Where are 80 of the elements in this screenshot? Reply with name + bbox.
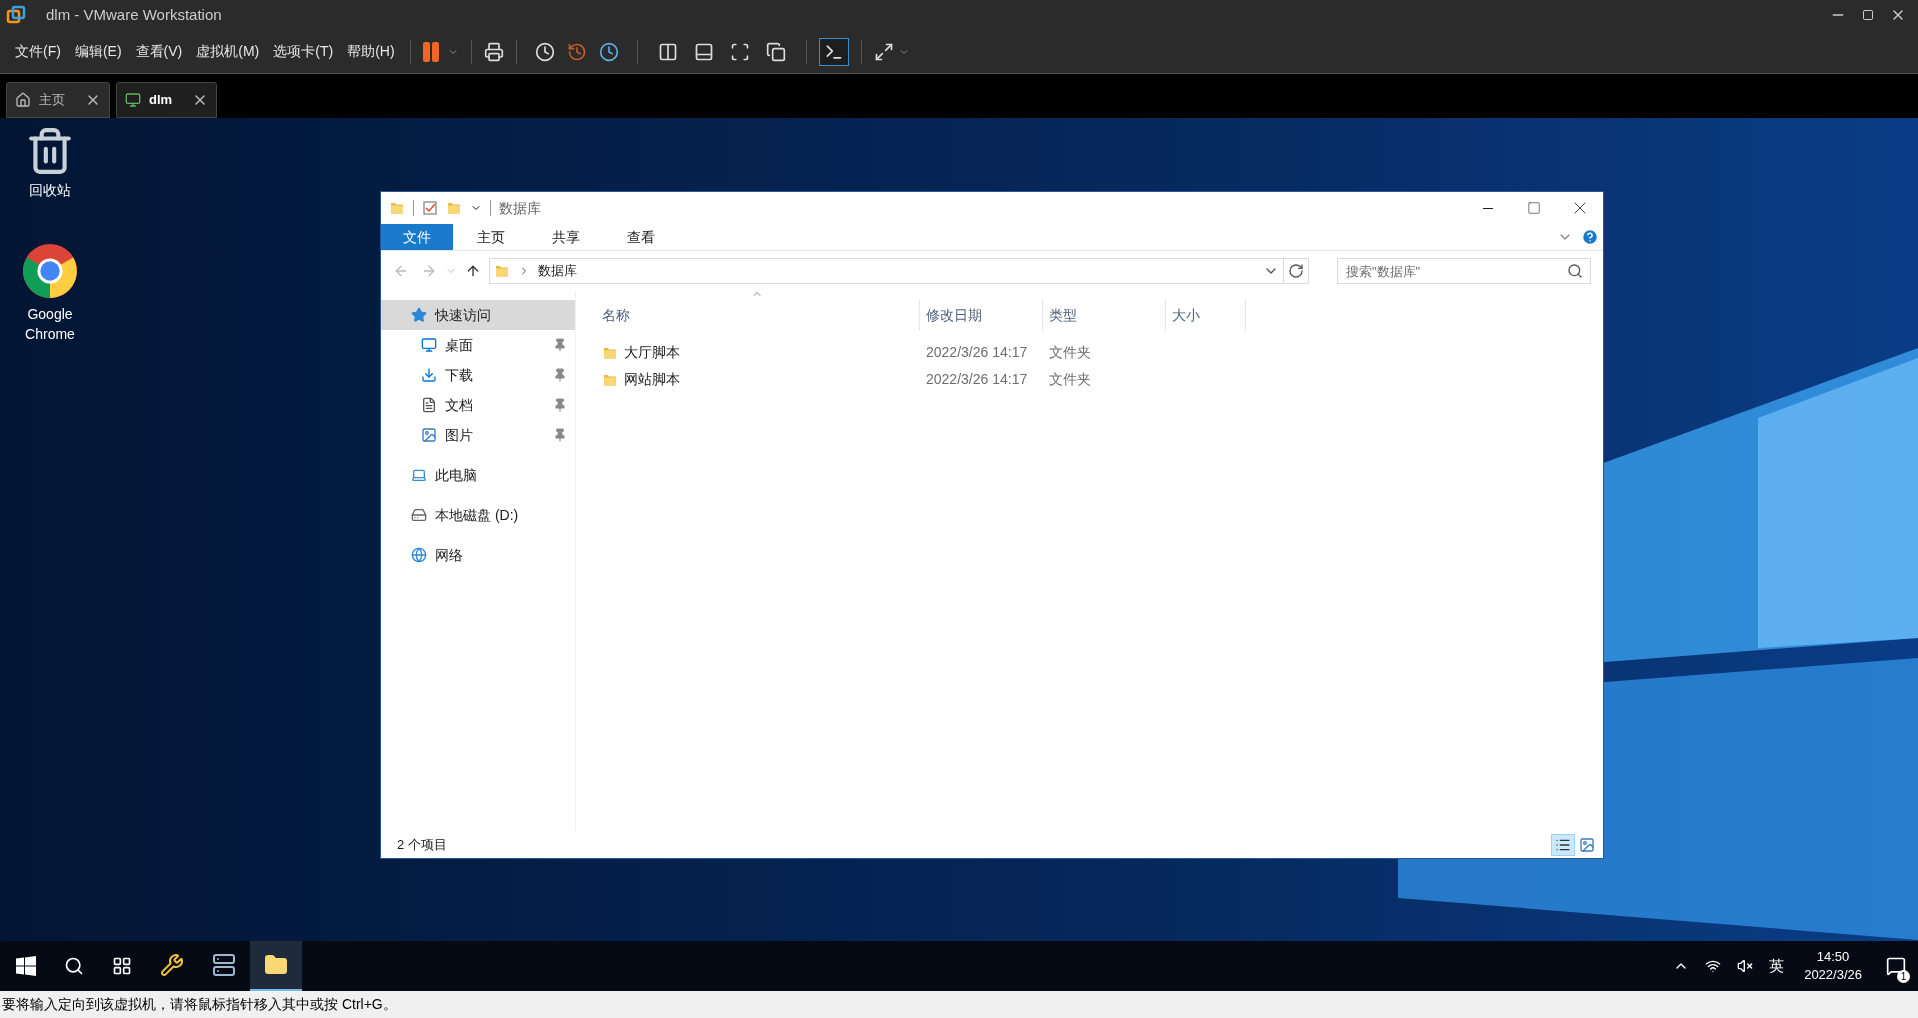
minimize-icon (1483, 207, 1493, 209)
notifications-button[interactable]: 1 (1874, 941, 1918, 991)
nav-item[interactable]: 本地磁盘 (D:) (381, 500, 575, 530)
home-icon (15, 92, 31, 108)
network-icon[interactable] (1705, 958, 1722, 974)
nav-item[interactable]: 网络 (381, 540, 575, 570)
modified-date: 2022/3/26 14:17 (926, 344, 1028, 360)
details-view-button[interactable] (1551, 833, 1575, 856)
nav-item[interactable]: 下载 (381, 360, 575, 390)
search-field[interactable]: 搜索"数据库" (1337, 258, 1591, 284)
app-logo-icon (6, 5, 26, 25)
nav-item[interactable]: 桌面 (381, 330, 575, 360)
ribbon-tab[interactable]: 共享 (528, 224, 603, 250)
download-icon (421, 367, 437, 383)
clock[interactable]: 14:50 2022/3/26 (1804, 948, 1862, 984)
computer-icon (411, 467, 427, 483)
window-title: 数据库 (499, 198, 541, 218)
ribbon-tab[interactable]: 主页 (453, 224, 528, 250)
menu-item[interactable]: 帮助(H) (340, 41, 402, 62)
vm-tab[interactable]: dlm (116, 82, 218, 118)
document-icon (421, 397, 437, 413)
modified-date: 2022/3/26 14:17 (926, 371, 1028, 387)
maximize-icon[interactable] (1862, 9, 1874, 21)
task-view-icon[interactable] (112, 956, 132, 976)
stretch-icon[interactable] (873, 41, 894, 62)
menu-item[interactable]: 文件(F) (8, 41, 68, 62)
notification-count: 1 (1897, 970, 1910, 983)
folder-icon (494, 263, 510, 279)
server-icon (212, 953, 236, 977)
start-icon[interactable] (16, 956, 36, 976)
full-screen-icon[interactable] (729, 41, 750, 62)
file-type: 文件夹 (1049, 371, 1091, 387)
volume-muted-icon[interactable] (1737, 958, 1754, 974)
menu-item[interactable]: 编辑(E) (67, 41, 129, 62)
column-header[interactable]: 修改日期 (920, 300, 1043, 330)
column-header[interactable]: 名称 (596, 300, 920, 330)
chrome-logo-icon (21, 242, 79, 300)
properties-icon (422, 200, 438, 216)
drive-icon (411, 507, 427, 523)
folder-icon (264, 953, 288, 977)
item-count: 2 个项目 (397, 835, 447, 854)
menu-item[interactable]: 选项卡(T) (266, 41, 341, 62)
refresh-icon[interactable] (1288, 263, 1304, 279)
desktop-icon[interactable]: Google Chrome (10, 242, 90, 344)
address-path[interactable]: 数据库 (538, 261, 577, 281)
desktop-icon[interactable]: 回收站 (10, 126, 90, 200)
up-icon[interactable] (465, 263, 481, 279)
file-type: 文件夹 (1049, 344, 1091, 360)
maximize-icon (1527, 201, 1541, 215)
monitor-icon (125, 92, 141, 108)
folder-icon (446, 200, 462, 216)
search-icon[interactable] (64, 956, 84, 976)
column-header[interactable]: 大小 (1166, 300, 1246, 330)
menu-item[interactable]: 虚拟机(M) (189, 41, 267, 62)
vm-tab[interactable]: 主页 (6, 82, 110, 118)
monitor-icon (421, 337, 437, 353)
column-header[interactable]: 类型 (1043, 300, 1166, 330)
window-title: dlm - VMware Workstation (46, 4, 222, 25)
help-icon[interactable] (1581, 228, 1599, 246)
nav-item[interactable]: 文档 (381, 390, 575, 420)
nav-item[interactable]: 快速访问 (381, 300, 575, 330)
network-icon (411, 547, 427, 563)
menu-item[interactable]: 查看(V) (128, 41, 190, 62)
nav-item[interactable]: 此电脑 (381, 460, 575, 490)
status-message: 要将输入定向到该虚拟机，请将鼠标指针移入其中或按 Ctrl+G。 (2, 995, 397, 1014)
picture-icon (1579, 836, 1595, 853)
ribbon-tab[interactable]: 查看 (603, 224, 678, 250)
ribbon-tab[interactable]: 文件 (381, 224, 453, 250)
console-view-button[interactable] (818, 37, 849, 66)
picture-icon (421, 427, 437, 443)
wrench-icon (160, 953, 184, 977)
nav-item[interactable]: 图片 (381, 420, 575, 450)
taskbar-app[interactable] (250, 941, 302, 991)
input-method[interactable]: 英 (1769, 954, 1785, 978)
file-name[interactable]: 网站脚本 (624, 369, 680, 390)
address-bar[interactable]: 数据库 (489, 258, 1309, 284)
folder-icon (389, 200, 405, 216)
star-icon (411, 307, 427, 323)
file-name[interactable]: 大厅脚本 (624, 342, 680, 363)
search-icon[interactable] (1567, 263, 1583, 279)
